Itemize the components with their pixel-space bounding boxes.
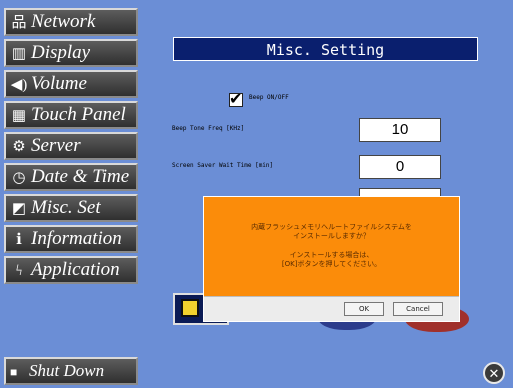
- volume-icon: ◀): [10, 77, 28, 93]
- tone-freq-input[interactable]: 10: [359, 118, 441, 142]
- power-icon: ■: [10, 365, 18, 379]
- keyboard-icon: [181, 299, 199, 317]
- screen-saver-input[interactable]: 0: [359, 155, 441, 179]
- sidebar-item-touch-panel[interactable]: ▦ Touch Panel: [4, 101, 138, 129]
- network-icon: 品: [11, 15, 27, 31]
- shut-down-label: Shut Down: [29, 361, 105, 380]
- sidebar-item-server[interactable]: ⚙ Server: [4, 132, 138, 160]
- sidebar-item-label: Volume: [31, 73, 87, 94]
- dialog-message-line1: 内蔵フラッシュメモリへルートファイルシステムを: [251, 223, 412, 231]
- sidebar-item-information[interactable]: ℹ Information: [4, 225, 138, 253]
- sidebar-item-label: Network: [31, 11, 96, 32]
- sidebar-item-misc-set[interactable]: ◩ Misc. Set: [4, 194, 138, 222]
- sidebar-item-label: Touch Panel: [31, 104, 126, 125]
- sidebar-item-label: Application: [31, 259, 120, 280]
- cancel-button[interactable]: Cancel: [393, 302, 443, 316]
- sidebar-item-display[interactable]: ▥ Display: [4, 39, 138, 67]
- sidebar-item-label: Misc. Set: [31, 197, 101, 218]
- misc-set-icon: ◩: [11, 201, 27, 217]
- shut-down-button[interactable]: ■ Shut Down: [4, 357, 138, 385]
- sidebar-item-label: Date & Time: [31, 166, 130, 187]
- dialog-message-line4: [OK]ボタンを押してください。: [281, 260, 382, 268]
- tone-freq-label: Beep Tone Freq [KHz]: [172, 125, 245, 132]
- sidebar-item-network[interactable]: 品 Network: [4, 8, 138, 36]
- sidebar-item-label: Server: [31, 135, 81, 156]
- server-icon: ⚙: [12, 139, 26, 155]
- sidebar-item-label: Information: [31, 228, 122, 249]
- settings-screen: 品 Network ▥ Display ◀) Volume ▦ Touch Panel …: [0, 0, 513, 388]
- beep-checkbox[interactable]: [229, 89, 243, 108]
- display-icon: ▥: [11, 46, 27, 62]
- screen-saver-label: Screen Saver Wait Time [min]: [172, 162, 274, 169]
- close-button[interactable]: ✕: [483, 362, 505, 384]
- dialog-message-line2: インストールしますか？: [293, 232, 370, 240]
- application-icon: ϟ: [15, 263, 23, 279]
- install-dialog: 内蔵フラッシュメモリへルートファイルシステムを インストールしますか？ インスト…: [203, 196, 460, 322]
- information-icon: ℹ: [16, 232, 22, 248]
- dialog-message-line3: インストールする場合は、: [289, 251, 374, 259]
- sidebar-item-application[interactable]: ϟ Application: [4, 256, 138, 284]
- beep-label: Beep ON/OFF: [249, 94, 289, 101]
- touch-panel-icon: ▦: [11, 108, 27, 124]
- sidebar-item-date-time[interactable]: ◷ Date & Time: [4, 163, 138, 191]
- close-icon: ✕: [488, 367, 500, 382]
- dialog-button-bar: OK Cancel: [204, 296, 459, 321]
- clock-icon: ◷: [12, 170, 26, 186]
- sidebar-item-volume[interactable]: ◀) Volume: [4, 70, 138, 98]
- ok-button[interactable]: OK: [344, 302, 384, 316]
- page-title: Misc. Setting: [173, 37, 478, 61]
- sidebar-item-label: Display: [31, 42, 91, 63]
